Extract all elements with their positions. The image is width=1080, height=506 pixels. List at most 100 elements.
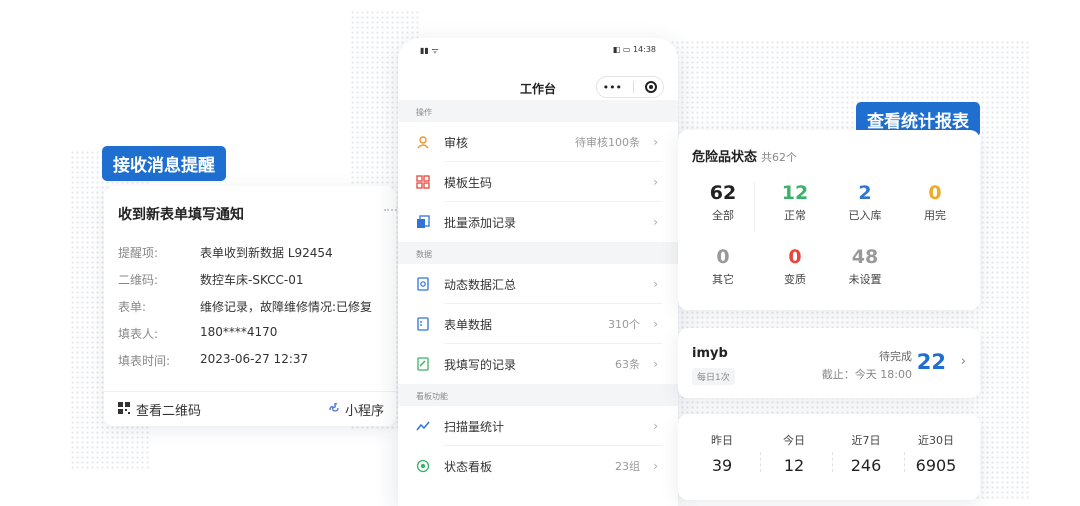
stat-number: 0 bbox=[716, 246, 730, 268]
menu-item-label: 审核 bbox=[444, 135, 469, 150]
qr-code-icon bbox=[118, 401, 130, 418]
stat-label: 全部 bbox=[712, 209, 734, 222]
edit-doc-icon bbox=[416, 357, 430, 371]
count-number: 12 bbox=[783, 456, 805, 475]
menu-item-template-code[interactable]: 模板生码 › bbox=[398, 162, 678, 202]
count-number: 246 bbox=[850, 456, 882, 475]
copy-icon bbox=[416, 215, 430, 229]
task-card[interactable]: imyb 每日1次 待完成 截止：今天 18:00 22 › bbox=[678, 328, 980, 398]
menu-item-batch-add[interactable]: 批量添加记录 › bbox=[398, 202, 678, 242]
row-value: 表单收到新数据 L92454 bbox=[200, 246, 333, 260]
chevron-right-icon: › bbox=[653, 459, 658, 473]
nav-bar: 工作台 ••• bbox=[398, 60, 678, 100]
row-key: 填表人: bbox=[118, 327, 159, 341]
close-miniprogram-icon[interactable] bbox=[645, 81, 658, 93]
section-ops: 操作 bbox=[398, 100, 678, 122]
stats-header: 危险品状态 共62个 bbox=[692, 146, 797, 165]
menu-item-label: 动态数据汇总 bbox=[444, 277, 517, 292]
summary-doc-icon bbox=[416, 277, 430, 291]
chevron-right-icon: › bbox=[653, 357, 658, 371]
more-icon[interactable]: ••• bbox=[603, 81, 622, 94]
row-key: 表单: bbox=[118, 300, 147, 314]
notification-row: 填表人: 180****4170 bbox=[118, 325, 277, 342]
count-label: 昨日 bbox=[711, 434, 733, 447]
task-status: 待完成 bbox=[879, 350, 912, 363]
mini-program-label: 小程序 bbox=[344, 404, 384, 419]
stat-number: 62 bbox=[709, 182, 737, 204]
task-name: imyb bbox=[692, 346, 728, 361]
menu-item-scan-stats[interactable]: 扫描量统计 › bbox=[398, 406, 678, 446]
stat-cell-other[interactable]: 0 其它 bbox=[688, 246, 758, 287]
stat-cell-stored[interactable]: 2 已入库 bbox=[830, 182, 900, 223]
mini-program-link[interactable]: 小程序 bbox=[328, 400, 384, 419]
row-value: 维修记录，故障维修情况:已修复 bbox=[200, 300, 373, 314]
menu-item-my-records[interactable]: 我填写的记录 63条 › bbox=[398, 344, 678, 384]
menu-item-label: 批量添加记录 bbox=[444, 215, 517, 230]
chevron-right-icon: › bbox=[653, 175, 658, 189]
stat-cell-used-up[interactable]: 0 用完 bbox=[900, 182, 970, 223]
menu-item-value: 待审核100条 bbox=[575, 136, 640, 149]
stat-cell-all[interactable]: 62 全部 bbox=[688, 182, 758, 223]
clock: ◧ ▭ 14:38 bbox=[613, 45, 656, 54]
menu-item-form-data[interactable]: 表单数据 310个 › bbox=[398, 304, 678, 344]
notification-card: 收到新表单填写通知 提醒项: 表单收到新数据 L92454 二维码: 数控车床-… bbox=[104, 186, 396, 426]
battery-icon: ◧ ▭ bbox=[612, 45, 633, 54]
stat-label: 正常 bbox=[784, 209, 806, 222]
menu-item-value: 23组 bbox=[615, 460, 640, 473]
notification-row: 表单: 维修记录，故障维修情况:已修复 bbox=[118, 298, 372, 315]
trend-icon bbox=[416, 419, 430, 433]
notification-row: 填表时间: 2023-06-27 12:37 bbox=[118, 352, 308, 369]
stat-label: 未设置 bbox=[848, 273, 882, 286]
capsule-menu[interactable]: ••• bbox=[596, 76, 664, 98]
stat-label: 变质 bbox=[784, 273, 806, 286]
menu-item-label: 表单数据 bbox=[444, 317, 493, 332]
view-qr-button[interactable]: 查看二维码 bbox=[118, 400, 201, 419]
menu-item-label: 我填写的记录 bbox=[444, 357, 517, 372]
section-board: 看板功能 bbox=[398, 384, 678, 406]
status-bar: ▮▮ ᯤ ◧ ▭ 14:38 bbox=[398, 38, 678, 60]
count-today: 今日 12 bbox=[758, 432, 830, 475]
count-label: 今日 bbox=[783, 434, 805, 447]
stat-number: 48 bbox=[851, 246, 879, 268]
stat-cell-normal[interactable]: 12 正常 bbox=[760, 182, 830, 223]
stat-number: 12 bbox=[781, 182, 809, 204]
menu-item-value: 63条 bbox=[615, 358, 640, 371]
target-icon bbox=[416, 459, 430, 473]
count-7days: 近7日 246 bbox=[830, 432, 902, 475]
menu-item-dynamic-summary[interactable]: 动态数据汇总 › bbox=[398, 264, 678, 304]
row-key: 填表时间: bbox=[118, 354, 171, 368]
grid-icon bbox=[416, 175, 430, 189]
phone-mockup: ▮▮ ᯤ ◧ ▭ 14:38 工作台 ••• 操作 审核 待审核100条 › 模… bbox=[398, 38, 678, 506]
stat-label: 已入库 bbox=[848, 209, 882, 222]
reviewer-icon bbox=[416, 135, 430, 149]
capsule-divider bbox=[633, 81, 635, 93]
stat-cell-unset[interactable]: 48 未设置 bbox=[830, 246, 900, 287]
stat-label: 其它 bbox=[712, 273, 734, 286]
menu-item-value: 310个 bbox=[608, 318, 640, 331]
view-qr-label: 查看二维码 bbox=[136, 404, 202, 419]
row-value: 180****4170 bbox=[200, 325, 278, 339]
row-key: 二维码: bbox=[118, 273, 159, 287]
stat-number: 0 bbox=[928, 182, 942, 204]
count-label: 近30日 bbox=[918, 434, 954, 447]
count-label: 近7日 bbox=[851, 434, 881, 447]
notification-row: 二维码: 数控车床-SKCC-01 bbox=[118, 271, 304, 288]
count-number: 39 bbox=[711, 456, 733, 475]
signal-icon: ▮▮ ᯤ bbox=[420, 46, 439, 55]
row-key: 提醒项: bbox=[118, 246, 159, 260]
count-30days: 近30日 6905 bbox=[900, 432, 972, 475]
menu-item-label: 扫描量统计 bbox=[444, 419, 505, 434]
notification-row: 提醒项: 表单收到新数据 L92454 bbox=[118, 244, 333, 261]
menu-item-status-board[interactable]: 状态看板 23组 › bbox=[398, 446, 678, 486]
stats-title: 危险品状态 bbox=[692, 150, 758, 165]
task-frequency-badge: 每日1次 bbox=[692, 368, 735, 385]
chevron-right-icon: › bbox=[653, 277, 658, 291]
stat-cell-spoiled[interactable]: 0 变质 bbox=[760, 246, 830, 287]
stats-total: 共62个 bbox=[761, 151, 798, 164]
form-icon bbox=[416, 317, 430, 331]
menu-item-review[interactable]: 审核 待审核100条 › bbox=[398, 122, 678, 162]
footer-divider bbox=[104, 391, 396, 392]
count-number: 6905 bbox=[915, 456, 957, 475]
chevron-right-icon: › bbox=[653, 317, 658, 331]
hazard-status-card: 危险品状态 共62个 62 全部 12 正常 2 已入库 0 用完 0 其它 0 … bbox=[678, 130, 980, 310]
